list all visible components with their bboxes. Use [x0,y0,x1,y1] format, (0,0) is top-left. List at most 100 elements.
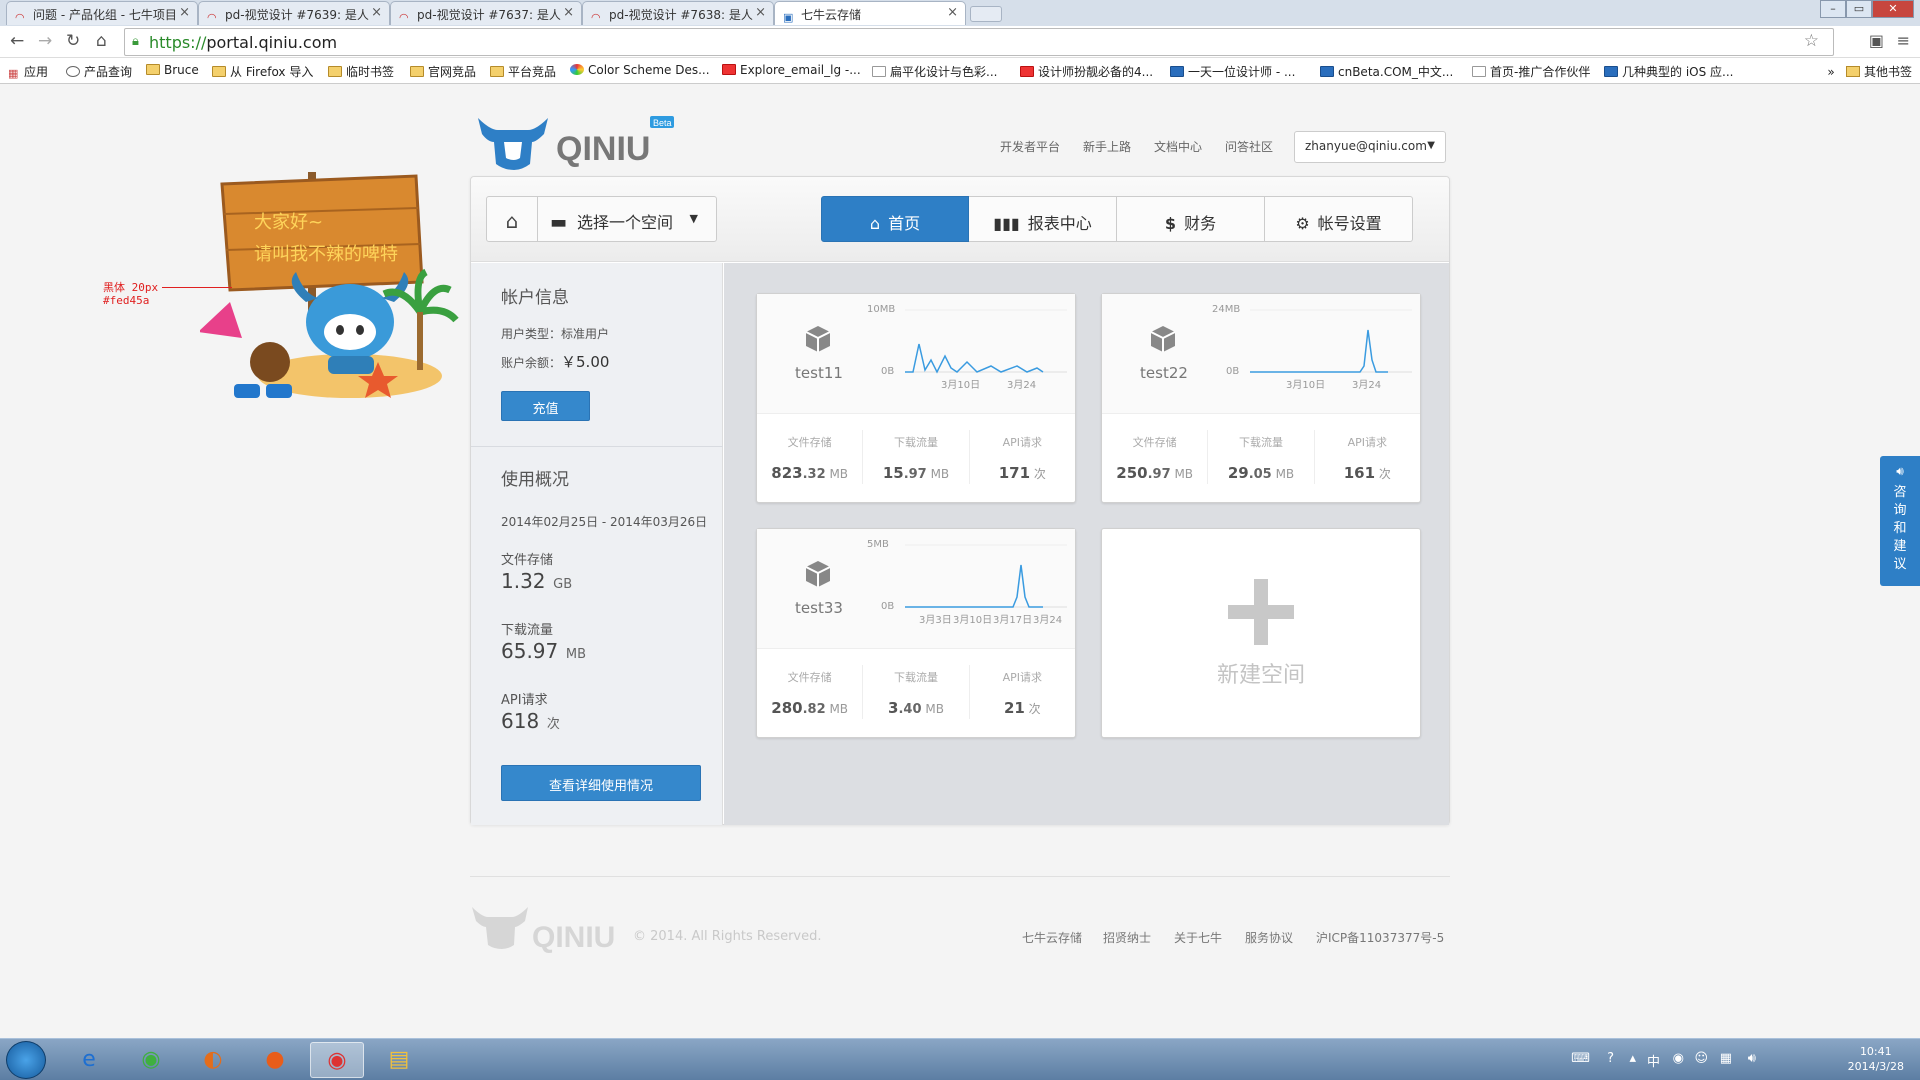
speaker-icon: 🔊︎ [1896,464,1904,478]
qiniu-logo[interactable]: QINIU Beta [474,104,674,174]
bookmark-folder[interactable]: 临时书签 [328,63,394,80]
color-wheel-icon [570,64,584,75]
gear-icon: ⚙ [1295,214,1310,233]
other-bookmarks[interactable]: » 其他书签 [1827,63,1912,80]
space-selector[interactable]: ▬ 选择一个空间 ▼ [537,196,717,242]
tray-network-icon[interactable]: ▦ [1720,1051,1732,1066]
tray-help-icon[interactable]: ? [1607,1051,1614,1066]
bookmark-folder[interactable]: 从 Firefox 导入 [212,63,313,80]
nav-link-developer[interactable]: 开发者平台 [1000,138,1060,155]
tray-arrow-icon[interactable]: ▴ [1629,1051,1636,1066]
zhihu-icon [1604,66,1618,77]
svg-text:QINIU: QINIU [532,921,615,954]
new-tab-button[interactable] [970,6,1002,22]
tab-reports[interactable]: ▮▮▮ 报表中心 [969,196,1117,242]
chart-y-max: 24MB [1212,304,1240,315]
ie-icon[interactable]: e [62,1042,116,1078]
close-tab-icon[interactable]: × [755,5,766,20]
bookmark-folder[interactable]: 平台竞品 [490,63,556,80]
redmine-icon: ◠ [399,11,409,24]
tray-keyboard-icon[interactable]: ⌨ [1571,1051,1590,1066]
tab-finance[interactable]: $ 财务 [1117,196,1265,242]
footer-logo: QINIU [472,907,615,954]
chart-y-min: 0B [881,366,894,377]
home-icon: ⌂ [869,214,881,233]
bookmark-item[interactable]: Explore_email_lg -... [722,63,861,77]
tab-home[interactable]: ⌂ 首页 [821,196,969,242]
dashboard-toolbar: ⌂ ▬ 选择一个空间 ▼ ⌂ 首页 ▮▮▮ 报表中心 $ 财务 ⚙ 帐号设置 [471,177,1449,262]
browser-tab[interactable]: ◠ pd-视觉设计 #7637: 是人 × [390,1,582,25]
bookmark-item[interactable]: 设计师扮靓必备的4... [1020,63,1153,80]
bookmark-item[interactable]: 扁平化设计与色彩... [872,63,997,80]
tray-qq-icon[interactable]: ☺ [1694,1051,1708,1066]
browser-tab[interactable]: ◠ 问题 - 产品化组 - 七牛项目 × [6,1,198,25]
close-tab-icon[interactable]: × [947,5,958,20]
maximize-icon[interactable]: ▭ [1846,0,1872,18]
nav-link-docs[interactable]: 文档中心 [1154,138,1202,155]
home-icon[interactable]: ⌂ [96,31,107,51]
address-bar[interactable]: 🔒︎ https://portal.qiniu.com ☆ [124,28,1834,56]
tab-account-settings[interactable]: ⚙ 帐号设置 [1265,196,1413,242]
start-button[interactable] [6,1041,46,1079]
close-tab-icon[interactable]: × [179,5,190,20]
browser-tab[interactable]: ◠ pd-视觉设计 #7638: 是人 × [582,1,774,25]
bookmark-folder[interactable]: 官网竞品 [410,63,476,80]
page-content: 大家好~ 请叫我不辣的啤特 黑体 20px #fed45a QINIU Beta … [0,84,1920,1038]
bookmark-item[interactable]: Color Scheme Des... [570,63,710,77]
recharge-button[interactable]: 充值 [501,391,590,421]
download-label: 下载流量 [501,623,554,638]
bookmark-item[interactable]: 首页-推广合作伙伴 [1472,63,1590,80]
close-window-icon[interactable]: ✕ [1872,0,1914,18]
footer-link-terms[interactable]: 服务协议 [1245,929,1293,946]
close-tab-icon[interactable]: × [371,5,382,20]
nav-link-community[interactable]: 问答社区 [1225,138,1273,155]
tray-ime-icon[interactable]: 中 [1647,1051,1660,1070]
menu-icon[interactable]: ≡ [1897,31,1910,50]
browser-tab[interactable]: ◠ pd-视觉设计 #7639: 是人 × [198,1,390,25]
usage-sparkline: 24MB 0B 3月10日 3月24 [1212,304,1412,391]
nav-link-getting-started[interactable]: 新手上路 [1083,138,1131,155]
bookmark-item[interactable]: 产品查询 [66,63,132,80]
forward-arrow-icon[interactable]: → [38,31,52,51]
tray-clock[interactable]: 10:41 2014/3/28 [1848,1044,1904,1074]
chrome-icon[interactable]: ◉ [310,1042,364,1078]
browser-tab-active[interactable]: ▣ 七牛云存储 × [774,1,966,25]
bookmark-apps[interactable]: ▦ 应用 [8,63,48,80]
bookmark-item[interactable]: 几种典型的 iOS 应... [1604,63,1733,80]
box-icon: ▬ [550,212,568,233]
firefox-icon[interactable]: ● [248,1042,302,1078]
view-usage-details-button[interactable]: 查看详细使用情况 [501,765,701,801]
footer-link-qiniu[interactable]: 七牛云存储 [1022,929,1082,946]
new-space-card[interactable]: 新建空间 [1101,528,1421,738]
beta-badge: Beta [653,118,672,128]
bookmark-item[interactable]: cnBeta.COM_中文... [1320,63,1453,80]
back-arrow-icon[interactable]: ← [10,31,24,51]
space-card-test11[interactable]: test11 10MB 0B 3月10日 3月24 文件存储 823.32 MB … [756,293,1076,503]
bookmark-folder[interactable]: Bruce [146,63,199,77]
footer-link-jobs[interactable]: 招贤纳士 [1103,929,1151,946]
refresh-app-icon[interactable]: ◉ [124,1042,178,1078]
minimize-icon[interactable]: – [1820,0,1846,18]
footer-divider [470,876,1450,877]
close-tab-icon[interactable]: × [563,5,574,20]
balance-row: 账户余额：￥5.00 [501,353,610,371]
footer-link-icp[interactable]: 沪ICP备11037377号-5 [1316,929,1444,946]
feedback-tab[interactable]: 🔊︎ 咨询和建议 [1880,456,1920,586]
space-card-test22[interactable]: test22 24MB 0B 3月10日 3月24 文件存储 250.97 MB … [1101,293,1421,503]
media-player-icon[interactable]: ◐ [186,1042,240,1078]
bookmark-item[interactable]: 一天一位设计师 - ... [1170,63,1295,80]
tray-volume-icon[interactable]: 🔊︎ [1748,1051,1756,1066]
extension-icon[interactable]: ▣ [1869,31,1884,50]
bookmark-star-icon[interactable]: ☆ [1804,31,1819,51]
footer-link-about[interactable]: 关于七牛 [1174,929,1222,946]
api-usage: 618 次 [501,709,560,733]
tray-app-icon[interactable]: ◉ [1673,1051,1684,1066]
home-button[interactable]: ⌂ [486,196,538,242]
account-dropdown[interactable]: zhanyue@qiniu.com ▼ [1294,131,1446,163]
main-tabs: ⌂ 首页 ▮▮▮ 报表中心 $ 财务 ⚙ 帐号设置 [821,196,1413,242]
reload-icon[interactable]: ↻ [66,31,80,51]
download-usage: 65.97 MB [501,639,587,663]
space-card-test33[interactable]: test33 5MB 0B 3月3日 3月10日 3月17日 3月24 文件存储… [756,528,1076,738]
stat-download: 下载流量 29.05 MB [1208,430,1315,484]
explorer-folder-icon[interactable]: ▤ [372,1042,426,1078]
